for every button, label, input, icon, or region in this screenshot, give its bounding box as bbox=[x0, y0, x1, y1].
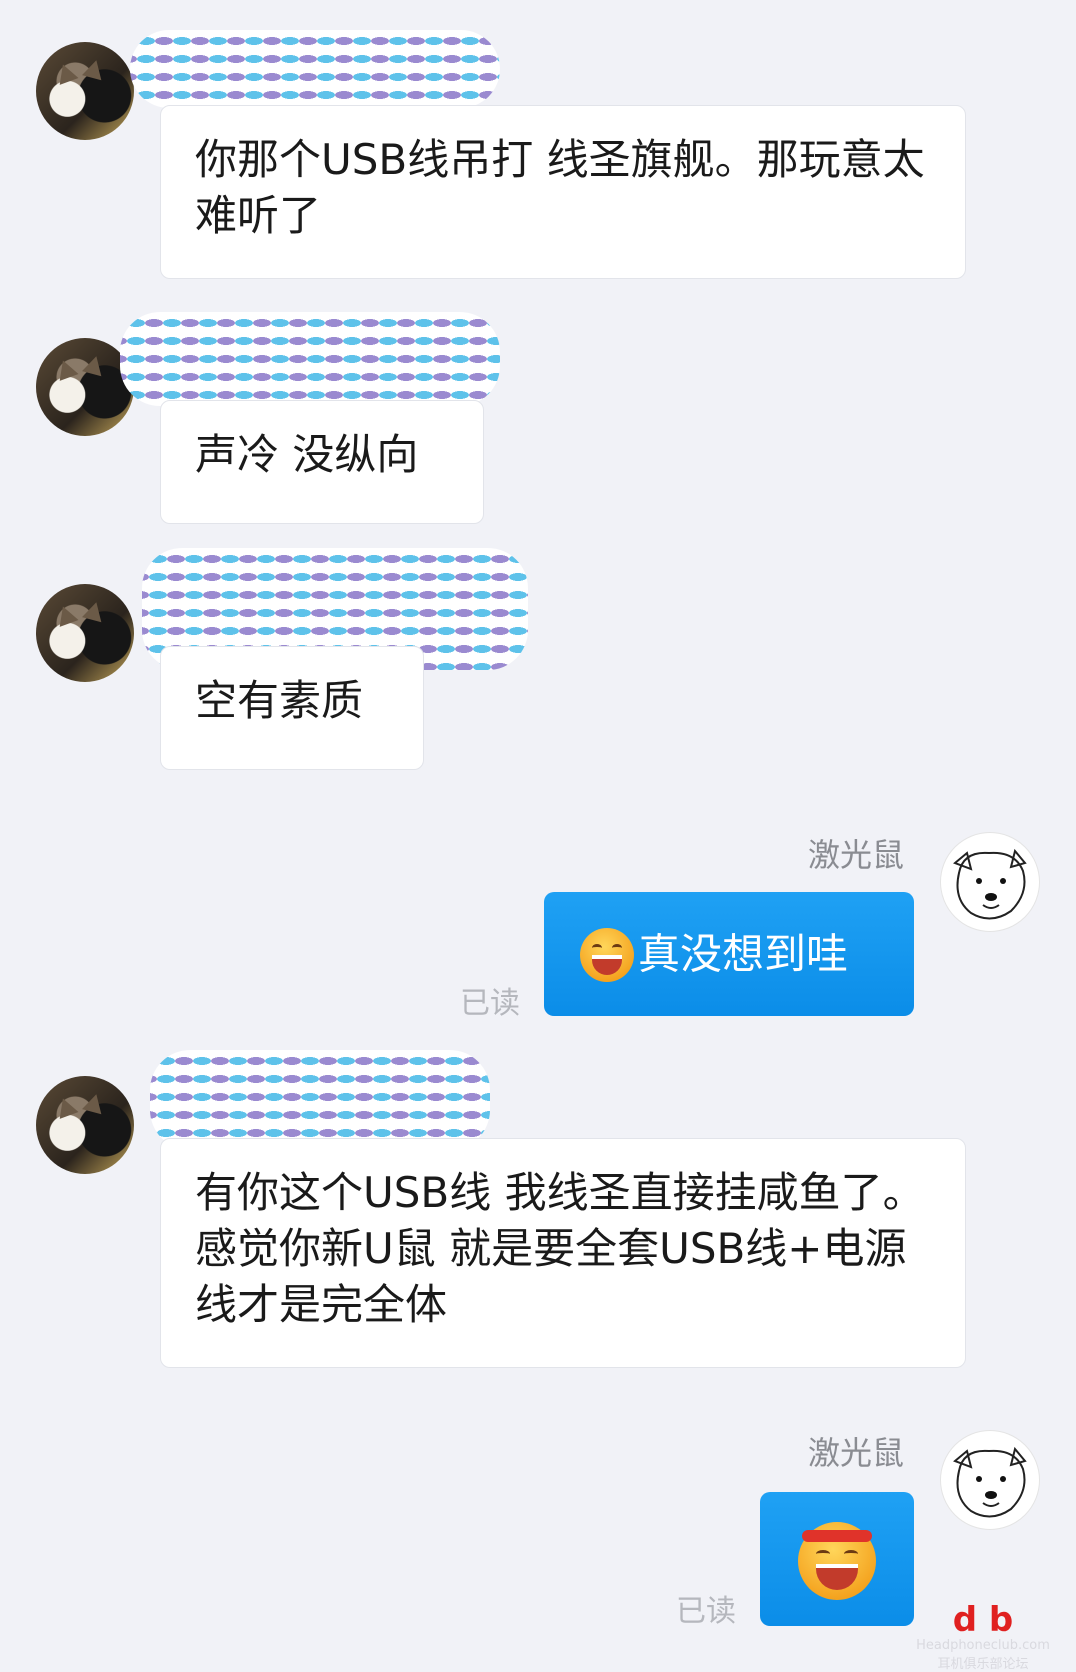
dog-sketch-icon bbox=[953, 848, 1027, 920]
headphone-logo-icon: d b bbox=[952, 1600, 1014, 1640]
contact-avatar[interactable] bbox=[36, 1076, 134, 1174]
self-name: 激光鼠 bbox=[808, 1434, 905, 1472]
watermark-caption: 耳机俱乐部论坛 bbox=[937, 1657, 1029, 1672]
message-text: 你那个USB线吊打 线圣旗舰。那玩意太难听了 bbox=[195, 135, 925, 240]
contact-avatar[interactable] bbox=[36, 42, 134, 140]
site-watermark: d b Headphoneclub.com 耳机俱乐部论坛 bbox=[908, 1600, 1058, 1672]
sender-name-mask bbox=[130, 30, 500, 108]
message-text: 有你这个USB线 我线圣直接挂咸鱼了。感觉你新U鼠 就是要全套USB线+电源线才… bbox=[195, 1168, 925, 1329]
dog-sketch-icon bbox=[953, 1446, 1027, 1518]
incoming-message-bubble[interactable]: 有你这个USB线 我线圣直接挂咸鱼了。感觉你新U鼠 就是要全套USB线+电源线才… bbox=[160, 1138, 966, 1368]
headband-laughing-emoji bbox=[798, 1522, 876, 1600]
watermark-site: Headphoneclub.com bbox=[916, 1638, 1050, 1653]
incoming-message-bubble[interactable]: 声冷 没纵向 bbox=[160, 400, 484, 524]
message-text: 空有素质 bbox=[195, 676, 364, 725]
self-name: 激光鼠 bbox=[808, 836, 905, 874]
read-receipt: 已读 bbox=[676, 1594, 736, 1629]
outgoing-sticker-bubble[interactable] bbox=[760, 1492, 914, 1626]
read-receipt: 已读 bbox=[460, 986, 520, 1021]
message-text: 声冷 没纵向 bbox=[195, 430, 419, 479]
outgoing-message-bubble[interactable]: 真没想到哇 bbox=[544, 892, 914, 1016]
sender-name-mask bbox=[150, 1050, 490, 1150]
self-avatar[interactable] bbox=[940, 1430, 1040, 1530]
grinning-sweat-emoji bbox=[580, 927, 634, 982]
incoming-message-bubble[interactable]: 空有素质 bbox=[160, 646, 424, 770]
self-avatar[interactable] bbox=[940, 832, 1040, 932]
sender-name-mask bbox=[120, 312, 500, 406]
message-text: 真没想到哇 bbox=[638, 929, 849, 979]
contact-avatar[interactable] bbox=[36, 584, 134, 682]
incoming-message-bubble[interactable]: 你那个USB线吊打 线圣旗舰。那玩意太难听了 bbox=[160, 105, 966, 279]
